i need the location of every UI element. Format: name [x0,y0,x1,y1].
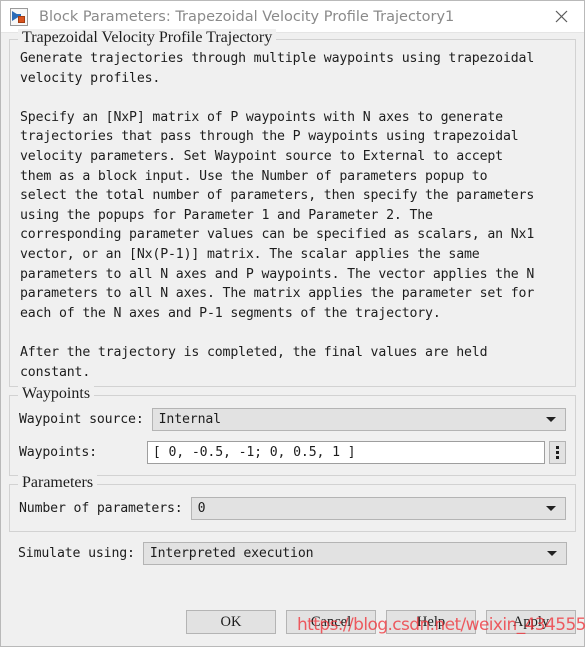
description-text: Generate trajectories through multiple w… [20,51,535,380]
number-of-parameters-row: Number of parameters: 0 [19,497,566,521]
dialog-button-bar: OK Cancel Help Apply https://blog.csdn.n… [1,606,585,646]
description-group: Trapezoidal Velocity Profile Trajectory … [9,29,576,388]
waypoints-legend: Waypoints [18,385,95,404]
block-parameters-dialog: Block Parameters: Trapezoidal Velocity P… [0,0,585,647]
close-icon[interactable] [539,1,584,32]
cancel-button[interactable]: Cancel [286,610,376,634]
apply-button[interactable]: Apply [486,610,576,634]
simulate-using-value: Interpreted execution [149,546,314,562]
waypoint-source-row: Waypoint source: Internal [19,408,566,432]
waypoints-input[interactable]: [ 0, -0.5, -1; 0, 0.5, 1 ] [146,441,545,465]
chevron-down-icon [547,551,557,557]
waypoints-row: Waypoints: [ 0, -0.5, -1; 0, 0.5, 1 ] [19,441,566,465]
waypoints-group: Waypoints Waypoint source: Internal Wayp… [9,385,576,477]
simulate-using-row: Simulate using: Interpreted execution [9,542,576,566]
chevron-down-icon [546,417,556,423]
parameters-group: Parameters Number of parameters: 0 [9,474,576,533]
waypoints-label: Waypoints: [19,445,97,461]
description-legend: Trapezoidal Velocity Profile Trajectory [18,29,277,47]
ok-button[interactable]: OK [186,610,276,634]
kebab-menu-icon[interactable] [549,441,566,465]
window-title: Block Parameters: Trapezoidal Velocity P… [39,8,455,25]
simulate-using-dropdown[interactable]: Interpreted execution [142,542,567,566]
waypoint-source-dropdown[interactable]: Internal [151,408,566,432]
simulate-using-label: Simulate using: [18,546,135,562]
number-of-parameters-label: Number of parameters: [19,501,183,517]
waypoint-source-label: Waypoint source: [19,412,144,428]
chevron-down-icon [546,506,556,512]
parameters-legend: Parameters [18,474,98,493]
number-of-parameters-dropdown[interactable]: 0 [190,497,566,521]
help-button[interactable]: Help [386,610,476,634]
dialog-content: Trapezoidal Velocity Profile Trajectory … [1,29,584,606]
waypoint-source-value: Internal [158,412,221,428]
number-of-parameters-value: 0 [197,501,206,517]
simulink-block-icon [10,7,28,26]
